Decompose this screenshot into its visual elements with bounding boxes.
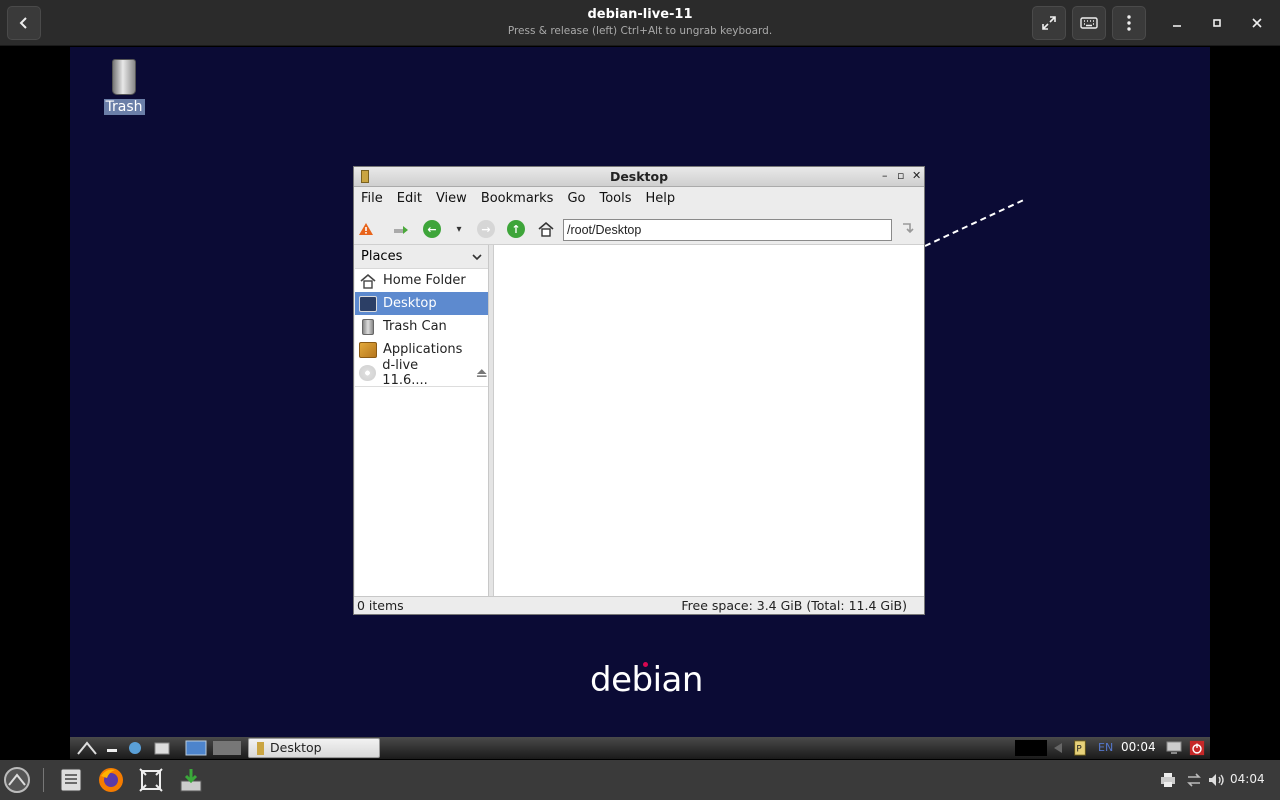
places-sidebar: Places Home Folder Desktop Trash Can App… bbox=[355, 245, 489, 597]
window-close-button[interactable]: ✕ bbox=[912, 169, 921, 182]
arrow-left-icon[interactable] bbox=[1050, 740, 1066, 756]
menu-bookmarks[interactable]: Bookmarks bbox=[481, 191, 554, 206]
fullscreen-button[interactable] bbox=[1032, 6, 1066, 40]
menu-button[interactable] bbox=[1112, 6, 1146, 40]
sidebar-item-label: Home Folder bbox=[383, 273, 466, 288]
minimize-all-icon[interactable] bbox=[106, 740, 118, 756]
browser-icon[interactable] bbox=[127, 740, 143, 756]
sidebar-item-label: d-live 11.6.... bbox=[382, 357, 428, 388]
sidebar-item-label: Desktop bbox=[383, 296, 437, 311]
applications-icon bbox=[359, 341, 377, 358]
clipboard-icon[interactable]: P bbox=[1072, 740, 1088, 756]
menu-bar: File Edit View Bookmarks Go Tools Help bbox=[354, 187, 924, 210]
home-icon[interactable] bbox=[537, 220, 555, 238]
disc-icon bbox=[359, 364, 377, 381]
svg-text:P: P bbox=[1076, 745, 1082, 755]
status-bar: 0 items Free space: 3.4 GiB (Total: 11.4… bbox=[354, 596, 924, 614]
menu-file[interactable]: File bbox=[361, 191, 383, 206]
sidebar-item-trash-can[interactable]: Trash Can bbox=[355, 315, 488, 338]
sidebar-item-desktop[interactable]: Desktop bbox=[355, 292, 488, 315]
menu-help[interactable]: Help bbox=[646, 191, 676, 206]
new-tab-icon[interactable] bbox=[392, 220, 410, 238]
minimize-icon bbox=[1173, 25, 1181, 27]
file-list-area[interactable] bbox=[494, 245, 924, 597]
menu-tools[interactable]: Tools bbox=[599, 191, 631, 206]
fullscreen-icon bbox=[1042, 16, 1056, 30]
places-header[interactable]: Places bbox=[355, 245, 488, 269]
vm-manager-icon[interactable] bbox=[136, 765, 166, 795]
monitor-icon[interactable] bbox=[1165, 740, 1183, 756]
notes-app-icon[interactable] bbox=[56, 765, 86, 795]
sidebar-item-disc[interactable]: d-live 11.6.... bbox=[355, 358, 488, 388]
host-clock[interactable]: 04:04 bbox=[1230, 772, 1265, 786]
address-input[interactable] bbox=[563, 219, 892, 241]
maximize-icon bbox=[1213, 19, 1221, 27]
free-space: Free space: 3.4 GiB (Total: 11.4 GiB) bbox=[681, 598, 907, 613]
host-menu-icon[interactable] bbox=[2, 765, 32, 795]
host-taskbar: 04:04 bbox=[0, 760, 1280, 800]
guest-panel: Desktop P EN 00:04 bbox=[70, 737, 1210, 759]
taskbar-divider bbox=[43, 768, 44, 792]
places-label: Places bbox=[361, 249, 403, 264]
keyboard-button[interactable] bbox=[1072, 6, 1106, 40]
debian-logo-dot bbox=[643, 662, 648, 667]
cpu-monitor-icon bbox=[1015, 740, 1047, 756]
start-menu-icon[interactable] bbox=[76, 740, 98, 756]
sidebar-item-label: Applications bbox=[383, 342, 463, 357]
window-title: Desktop bbox=[609, 169, 669, 184]
desktop-trash-label: Trash bbox=[103, 99, 145, 115]
eject-icon[interactable] bbox=[476, 368, 488, 378]
trash-icon bbox=[362, 318, 374, 335]
sidebar-item-label: Trash Can bbox=[383, 319, 447, 334]
history-dropdown-icon[interactable]: ▾ bbox=[450, 220, 468, 238]
back-arrow-icon[interactable]: ← bbox=[423, 220, 441, 238]
desktop-icon bbox=[359, 295, 377, 312]
minimize-button[interactable] bbox=[1162, 6, 1192, 40]
workspace-1-icon[interactable] bbox=[184, 740, 208, 756]
menu-go[interactable]: Go bbox=[567, 191, 585, 206]
forward-arrow-icon[interactable]: → bbox=[477, 220, 495, 238]
debian-logo: debian bbox=[590, 660, 703, 700]
go-icon[interactable] bbox=[899, 220, 917, 238]
taskbar-button-desktop[interactable]: Desktop bbox=[248, 738, 380, 758]
firefox-icon[interactable] bbox=[96, 765, 126, 795]
power-icon[interactable] bbox=[1188, 740, 1206, 756]
file-manager-launcher-icon[interactable] bbox=[153, 740, 171, 756]
trash-icon bbox=[112, 59, 136, 95]
kebab-menu-icon bbox=[1127, 15, 1131, 31]
download-app-icon[interactable] bbox=[176, 765, 206, 795]
workspace-2-icon[interactable] bbox=[212, 740, 242, 756]
keyboard-icon bbox=[1080, 17, 1098, 29]
file-manager-window: Desktop – ▫ ✕ File Edit View Bookmarks G… bbox=[353, 166, 925, 615]
desktop-trash-shortcut[interactable]: Trash bbox=[102, 59, 146, 115]
wallpaper-swirl bbox=[924, 199, 1024, 247]
volume-icon[interactable] bbox=[1201, 765, 1231, 795]
guest-clock[interactable]: 00:04 bbox=[1121, 740, 1156, 754]
menu-view[interactable]: View bbox=[436, 191, 467, 206]
up-arrow-icon[interactable]: ↑ bbox=[507, 220, 525, 238]
sidebar-item-home-folder[interactable]: Home Folder bbox=[355, 269, 488, 292]
window-minimize-button[interactable]: – bbox=[882, 169, 888, 182]
warning-icon[interactable] bbox=[357, 220, 375, 238]
folder-icon bbox=[257, 742, 264, 755]
item-count: 0 items bbox=[357, 598, 404, 613]
maximize-button[interactable] bbox=[1202, 6, 1232, 40]
keyboard-layout-indicator[interactable]: EN bbox=[1098, 741, 1113, 754]
taskbar-button-label: Desktop bbox=[270, 740, 322, 755]
chevron-down-icon bbox=[472, 253, 482, 260]
home-icon bbox=[359, 273, 377, 289]
toolbar: ← ▾ → ↑ bbox=[354, 210, 924, 245]
close-icon bbox=[1252, 18, 1262, 28]
window-maximize-button[interactable]: ▫ bbox=[897, 169, 904, 182]
viewer-header: debian-live-11 Press & release (left) Ct… bbox=[0, 0, 1280, 46]
window-titlebar[interactable]: Desktop – ▫ ✕ bbox=[354, 167, 924, 187]
close-button[interactable] bbox=[1242, 6, 1272, 40]
menu-edit[interactable]: Edit bbox=[397, 191, 422, 206]
